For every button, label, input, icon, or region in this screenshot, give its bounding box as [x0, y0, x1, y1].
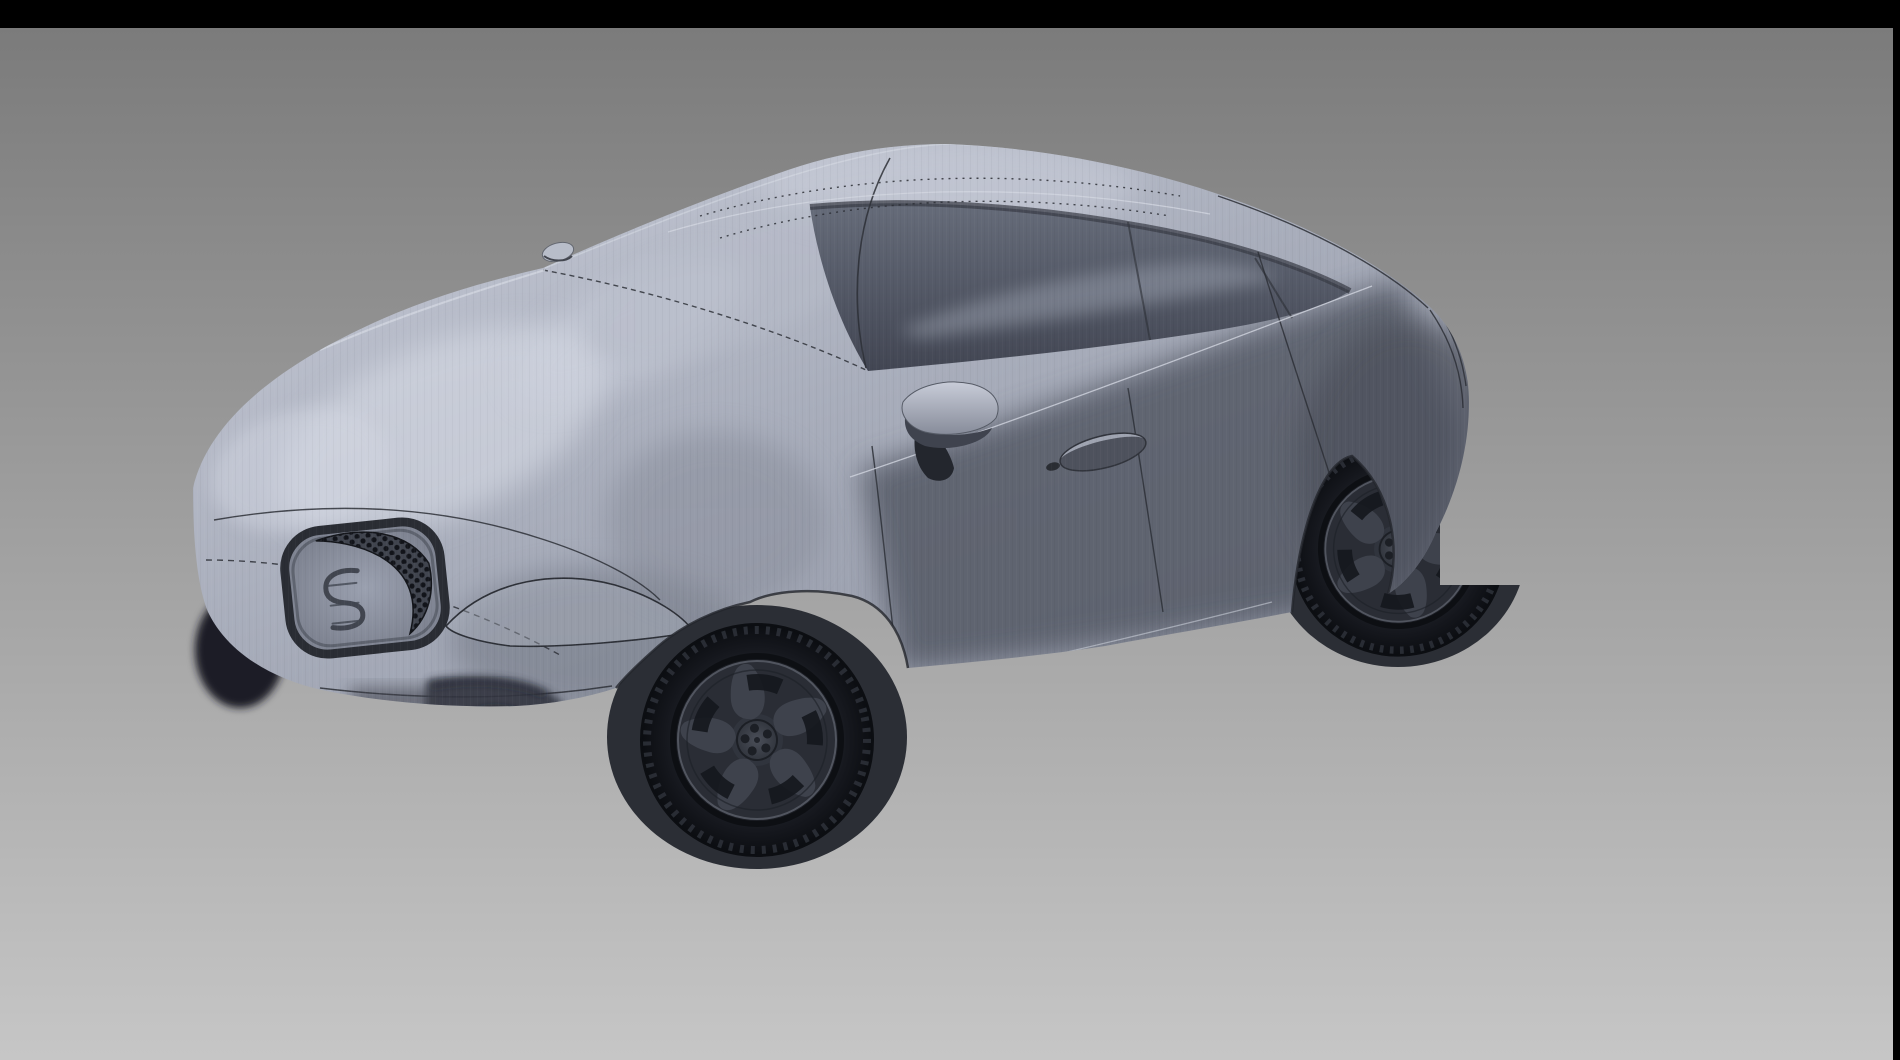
viewport-3d[interactable] — [0, 0, 1900, 1060]
application-window — [0, 0, 1900, 1060]
top-letterbox-bar — [0, 0, 1900, 28]
right-letterbox-bar — [1893, 0, 1900, 1060]
